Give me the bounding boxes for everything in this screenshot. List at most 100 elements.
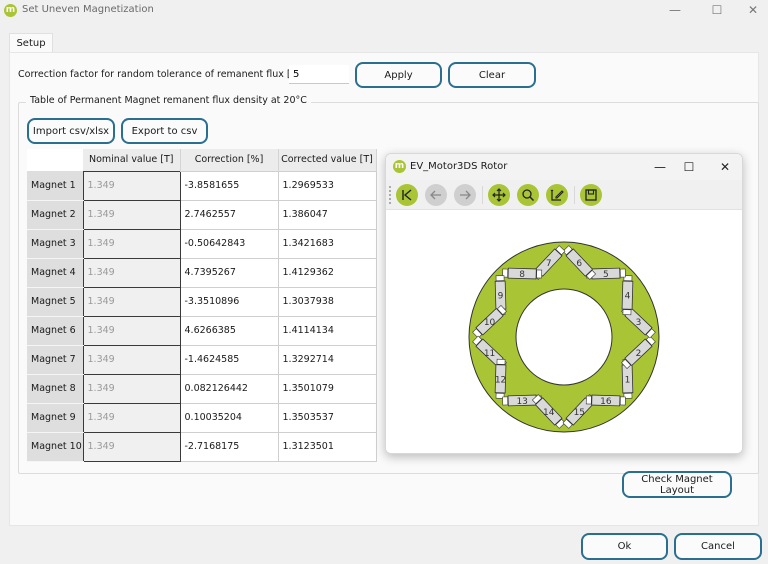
correction-cell[interactable]: 4.7395267 bbox=[179, 257, 279, 288]
ok-button[interactable]: Ok bbox=[581, 533, 668, 560]
pan-button[interactable] bbox=[488, 184, 510, 206]
nominal-value-cell: 1.349 bbox=[82, 315, 181, 346]
correction-cell[interactable]: -0.50642843 bbox=[179, 228, 279, 259]
nominal-value-cell: 1.349 bbox=[82, 286, 181, 317]
toolbar-grip[interactable] bbox=[389, 186, 391, 204]
correction-factor-label: Correction factor for random tolerance o… bbox=[18, 69, 304, 80]
rotor-plot: 1234567891011121314 1516 bbox=[468, 241, 660, 433]
forward-button[interactable] bbox=[454, 184, 476, 206]
row-header: Magnet 10 bbox=[27, 432, 83, 462]
row-header: Magnet 4 bbox=[27, 258, 83, 288]
save-button[interactable] bbox=[580, 184, 602, 206]
plot-toolbar bbox=[386, 180, 742, 210]
clear-button[interactable]: Clear bbox=[448, 62, 536, 88]
corrected-value-cell[interactable]: 1.3292714 bbox=[277, 344, 377, 375]
magnet-air-gap bbox=[619, 268, 626, 278]
magnet-label: 2 bbox=[636, 349, 642, 359]
nominal-value-cell: 1.349 bbox=[82, 431, 181, 462]
rotor-plot-canvas[interactable]: 1 2 3 4 5 6 7 8 9 10 11 12 13 14 15 16 bbox=[386, 211, 742, 453]
pan-icon bbox=[492, 188, 506, 202]
export-csv-button[interactable]: Export to csv bbox=[121, 118, 208, 144]
correction-factor-input[interactable] bbox=[289, 65, 349, 84]
magnet-label: 14 bbox=[543, 408, 555, 418]
correction-cell[interactable]: 4.6266385 bbox=[179, 315, 279, 346]
rotor-window-titlebar: m EV_Motor3DS Rotor — ☐ ✕ bbox=[386, 154, 742, 180]
nominal-value-cell: 1.349 bbox=[82, 373, 181, 404]
correction-cell[interactable]: -2.7168175 bbox=[179, 431, 279, 462]
table-row: Magnet 7 1.349 -1.4624585 1.3292714 bbox=[27, 344, 377, 375]
magnet-label: 8 bbox=[519, 270, 525, 280]
row-header: Magnet 9 bbox=[27, 403, 83, 433]
minimize-button[interactable]: — bbox=[660, 1, 690, 19]
magnet-air-gap bbox=[496, 358, 506, 365]
corrected-value-cell[interactable]: 1.4114134 bbox=[277, 315, 377, 346]
rotor-close-button[interactable]: ✕ bbox=[712, 157, 738, 177]
home-button[interactable] bbox=[396, 184, 418, 206]
correction-cell[interactable]: 0.10035204 bbox=[179, 402, 279, 433]
arrow-left-icon bbox=[430, 190, 441, 200]
correction-cell[interactable]: -3.8581655 bbox=[179, 170, 279, 201]
window-title: Set Uneven Magnetization bbox=[22, 4, 154, 15]
close-button[interactable]: ✕ bbox=[738, 1, 768, 19]
table-corner bbox=[27, 149, 83, 171]
magnet-label: 15 bbox=[574, 408, 585, 418]
edit-axes-button[interactable] bbox=[546, 184, 568, 206]
row-header: Magnet 5 bbox=[27, 287, 83, 317]
tab-setup[interactable]: Setup bbox=[9, 33, 53, 53]
toolbar-separator bbox=[482, 186, 483, 204]
rotor-minimize-button[interactable]: — bbox=[647, 157, 673, 177]
magnet-label: 12 bbox=[495, 375, 506, 385]
zoom-icon bbox=[522, 189, 535, 202]
column-header-corrected[interactable]: Corrected value [T] bbox=[278, 149, 377, 171]
corrected-value-cell[interactable]: 1.3501079 bbox=[277, 373, 377, 404]
table-row: Magnet 1 1.349 -3.8581655 1.2969533 bbox=[27, 170, 377, 201]
row-header: Magnet 2 bbox=[27, 200, 83, 230]
magnet-label: 10 bbox=[484, 318, 496, 328]
corrected-value-cell[interactable]: 1.3421683 bbox=[277, 228, 377, 259]
correction-cell[interactable]: -3.3510896 bbox=[179, 286, 279, 317]
edit-axes-icon bbox=[550, 189, 564, 201]
import-csv-button[interactable]: Import csv/xlsx bbox=[27, 118, 115, 144]
column-header-nominal[interactable]: Nominal value [T] bbox=[83, 149, 181, 171]
column-header-correction[interactable]: Correction [%] bbox=[180, 149, 279, 171]
magnet-air-gap bbox=[622, 309, 632, 316]
zoom-button[interactable] bbox=[517, 184, 539, 206]
corrected-value-cell[interactable]: 1.3123501 bbox=[277, 431, 377, 462]
magnet-label: 7 bbox=[546, 259, 552, 269]
cancel-button[interactable]: Cancel bbox=[674, 533, 762, 560]
correction-cell[interactable]: 0.082126442 bbox=[179, 373, 279, 404]
row-header: Magnet 6 bbox=[27, 316, 83, 346]
row-header: Magnet 1 bbox=[27, 171, 83, 201]
corrected-value-cell[interactable]: 1.386047 bbox=[277, 199, 377, 230]
back-button[interactable] bbox=[425, 184, 447, 206]
corrected-value-cell[interactable]: 1.2969533 bbox=[277, 170, 377, 201]
table-row: Magnet 8 1.349 0.082126442 1.3501079 bbox=[27, 373, 377, 404]
rotor-maximize-button[interactable]: ☐ bbox=[676, 157, 702, 177]
corrected-value-cell[interactable]: 1.4129362 bbox=[277, 257, 377, 288]
row-header: Magnet 3 bbox=[27, 229, 83, 259]
rotor-preview-window: m EV_Motor3DS Rotor — ☐ ✕ 12345678 9 10 … bbox=[385, 153, 743, 454]
arrow-right-icon bbox=[460, 190, 471, 200]
app-logo-icon: m bbox=[4, 4, 17, 17]
apply-button[interactable]: Apply bbox=[355, 62, 442, 88]
row-header: Magnet 7 bbox=[27, 345, 83, 375]
correction-cell[interactable]: 2.7462557 bbox=[179, 199, 279, 230]
table-row: Magnet 5 1.349 -3.3510896 1.3037938 bbox=[27, 286, 377, 317]
home-icon bbox=[402, 189, 412, 201]
magnet-label: 11 bbox=[484, 349, 495, 359]
nominal-value-cell: 1.349 bbox=[82, 257, 181, 288]
nominal-value-cell: 1.349 bbox=[82, 228, 181, 259]
rotor-bore bbox=[515, 288, 613, 386]
toolbar-separator bbox=[574, 186, 575, 204]
magnet-air-gap bbox=[495, 275, 505, 282]
magnet-table: Nominal value [T] Correction [%] Correct… bbox=[27, 149, 377, 462]
table-header-row: Nominal value [T] Correction [%] Correct… bbox=[27, 149, 377, 171]
table-row: Magnet 2 1.349 2.7462557 1.386047 bbox=[27, 199, 377, 230]
maximize-button[interactable]: ☐ bbox=[702, 1, 732, 19]
magnet-label: 16 bbox=[600, 397, 612, 407]
corrected-value-cell[interactable]: 1.3503537 bbox=[277, 402, 377, 433]
correction-cell[interactable]: -1.4624585 bbox=[179, 344, 279, 375]
check-magnet-layout-button[interactable]: Check Magnet Layout bbox=[622, 471, 732, 498]
magnet-label: 9 bbox=[498, 292, 504, 302]
corrected-value-cell[interactable]: 1.3037938 bbox=[277, 286, 377, 317]
